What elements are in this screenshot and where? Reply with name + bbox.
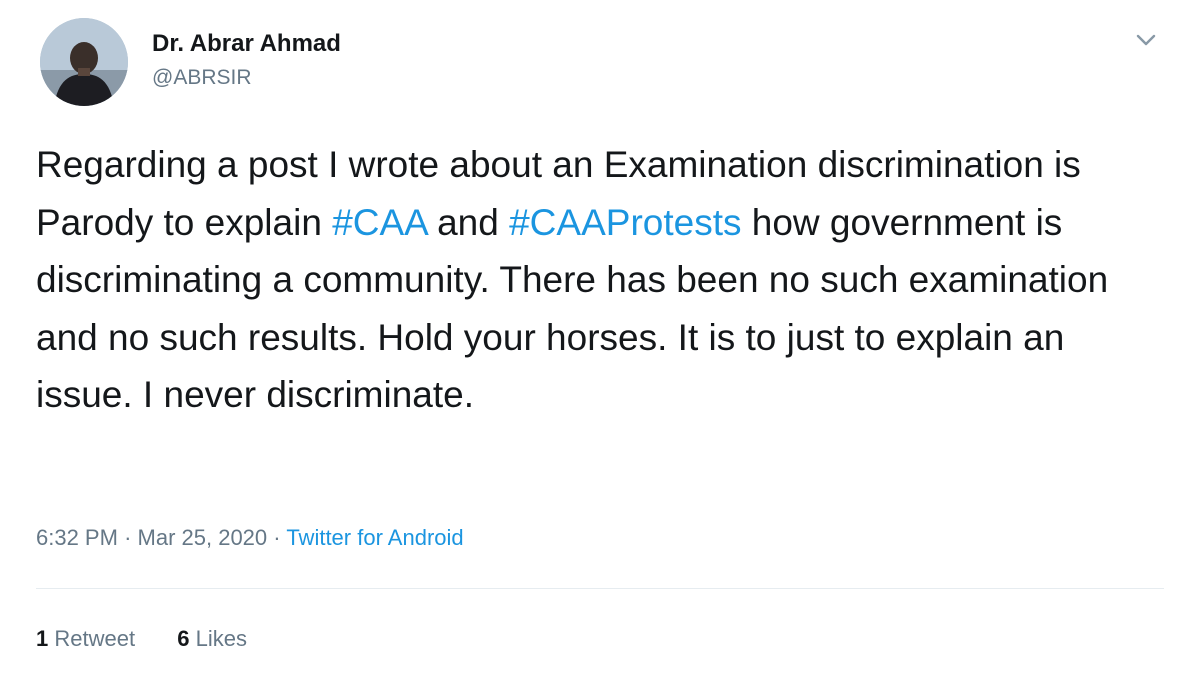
retweets-stat[interactable]: 1 Retweet: [36, 626, 135, 651]
author-handle[interactable]: @ABRSIR: [152, 66, 252, 90]
avatar[interactable]: [40, 18, 128, 106]
retweets-count: 1: [36, 626, 49, 651]
tweet-date[interactable]: Mar 25, 2020: [138, 525, 268, 550]
hashtag-link[interactable]: #CAAProtests: [509, 202, 741, 243]
likes-stat[interactable]: 6 Likes: [177, 626, 247, 651]
retweets-label: Retweet: [54, 626, 136, 651]
tweet-time[interactable]: 6:32 PM: [36, 525, 118, 550]
author-display-name[interactable]: Dr. Abrar Ahmad: [152, 30, 341, 58]
divider: [36, 588, 1164, 589]
tweet-card: Dr. Abrar Ahmad @ABRSIR Regarding a post…: [0, 0, 1200, 675]
tweet-meta: 6:32 PM · Mar 25, 2020 · Twitter for And…: [36, 525, 464, 551]
tweet-text-segment: and: [426, 201, 510, 243]
tweet-source-link[interactable]: Twitter for Android: [286, 525, 463, 550]
chevron-down-icon[interactable]: [1132, 28, 1160, 52]
meta-separator: ·: [273, 525, 281, 550]
avatar-photo: [40, 18, 128, 106]
meta-separator: ·: [124, 525, 132, 550]
tweet-text: Regarding a post I wrote about an Examin…: [36, 136, 1156, 424]
hashtag-link[interactable]: #CAA: [332, 202, 427, 243]
likes-label: Likes: [195, 626, 247, 651]
tweet-stats: 1 Retweet 6 Likes: [36, 626, 283, 652]
likes-count: 6: [177, 626, 190, 651]
